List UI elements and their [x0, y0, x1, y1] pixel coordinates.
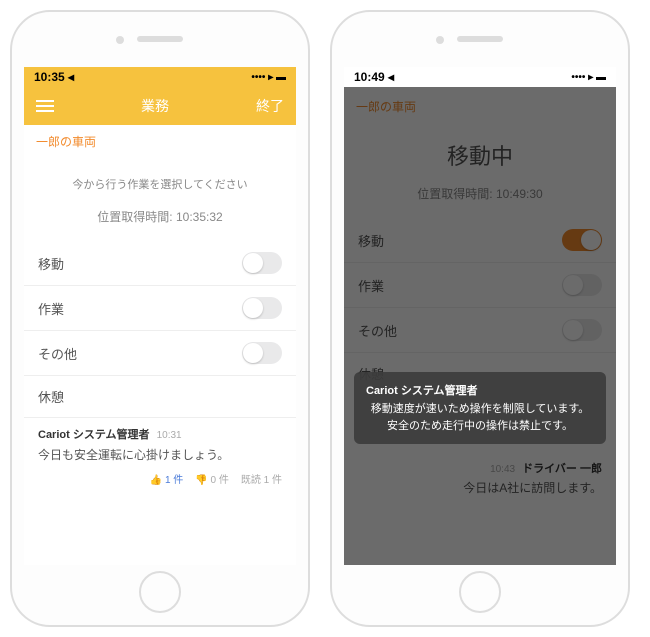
status-time: 10:49 ◂: [354, 70, 394, 84]
toast-body: 移動速度が速いため操作を制限しています。安全のため走行中の操作は禁止です。: [366, 401, 594, 434]
message-card: Cariot システム管理者 10:31 今日も安全運転に心掛けましょう。 👍 …: [24, 417, 296, 494]
location-time: 位置取得時間: 10:49:30: [344, 177, 616, 218]
breadcrumb[interactable]: 一郎の車両: [24, 125, 296, 158]
row-label: 移動: [358, 231, 384, 250]
status-bar: 10:35 ◂ •••• ▸ ▬: [24, 67, 296, 87]
home-button[interactable]: [139, 571, 181, 613]
message-header: Cariot システム管理者 10:31: [38, 426, 282, 442]
camera: [116, 36, 124, 44]
row-other[interactable]: その他: [344, 308, 616, 353]
status-icons: •••• ▸ ▬: [251, 72, 286, 83]
home-button[interactable]: [459, 571, 501, 613]
nav-finish-button[interactable]: 終了: [256, 96, 284, 116]
read-status: 既読 1 件: [241, 471, 282, 486]
toggle-other[interactable]: [242, 342, 282, 364]
row-label: その他: [358, 321, 397, 340]
thumbs-down-icon[interactable]: 👎 0 件: [195, 471, 229, 486]
row-label: 移動: [38, 254, 64, 273]
message-right-header: 10:43 ドライバー 一郎: [344, 454, 616, 478]
message-time: 10:31: [157, 430, 182, 441]
status-time: 10:35 ◂: [34, 70, 74, 84]
thumbs-up-icon[interactable]: 👍 1 件: [150, 471, 184, 486]
row-work[interactable]: 作業: [344, 263, 616, 308]
camera: [436, 36, 444, 44]
message-sender: ドライバー 一郎: [522, 463, 602, 475]
row-label: 作業: [38, 299, 64, 318]
location-time: 位置取得時間: 10:35:32: [24, 200, 296, 241]
message-time: 10:43: [490, 464, 515, 475]
nav-title: 業務: [141, 96, 169, 116]
screen-left: 10:35 ◂ •••• ▸ ▬ 業務 終了 一郎の車両 今から行う作業を選択し…: [24, 67, 296, 565]
message-body: 今日も安全運転に心掛けましょう。: [38, 446, 282, 463]
speaker: [457, 36, 503, 42]
row-work[interactable]: 作業: [24, 286, 296, 331]
row-other[interactable]: その他: [24, 331, 296, 376]
row-move[interactable]: 移動: [344, 218, 616, 263]
row-move[interactable]: 移動: [24, 241, 296, 286]
row-label: 作業: [358, 276, 384, 295]
phone-left: 10:35 ◂ •••• ▸ ▬ 業務 終了 一郎の車両 今から行う作業を選択し…: [10, 10, 310, 627]
row-label: その他: [38, 344, 77, 363]
menu-icon[interactable]: [36, 100, 54, 112]
breadcrumb[interactable]: 一郎の車両: [344, 87, 616, 125]
toggle-move[interactable]: [242, 252, 282, 274]
instruction-text: 今から行う作業を選択してください: [24, 158, 296, 200]
page-title: 移動中: [344, 125, 616, 177]
row-rest[interactable]: 休憩: [24, 376, 296, 417]
phone-right: 10:49 ◂ •••• ▸ ▬ 一郎の車両 移動中 位置取得時間: 10:49…: [330, 10, 630, 627]
speaker: [137, 36, 183, 42]
status-icons: •••• ▸ ▬: [571, 72, 606, 83]
screen-right: 10:49 ◂ •••• ▸ ▬ 一郎の車両 移動中 位置取得時間: 10:49…: [344, 67, 616, 565]
toggle-work[interactable]: [562, 274, 602, 296]
toggle-other[interactable]: [562, 319, 602, 341]
message-right-body: 今日はA社に訪問します。: [344, 478, 616, 504]
nav-bar: 業務 終了: [24, 87, 296, 125]
toggle-work[interactable]: [242, 297, 282, 319]
toggle-move[interactable]: [562, 229, 602, 251]
status-bar: 10:49 ◂ •••• ▸ ▬: [344, 67, 616, 87]
toast-from: Cariot システム管理者: [366, 382, 594, 398]
message-sender: Cariot システム管理者: [38, 429, 150, 441]
toast-notification: Cariot システム管理者 移動速度が速いため操作を制限しています。安全のため…: [354, 372, 606, 444]
message-actions: 👍 1 件 👎 0 件 既読 1 件: [38, 471, 282, 486]
row-label: 休憩: [38, 387, 64, 406]
